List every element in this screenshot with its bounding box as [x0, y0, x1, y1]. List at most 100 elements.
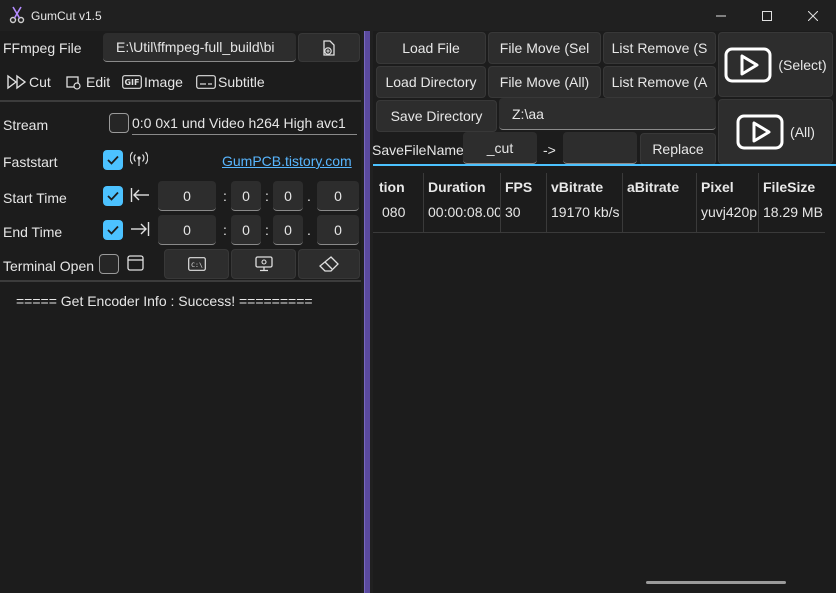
close-button[interactable]	[790, 0, 836, 31]
open-file-icon	[323, 39, 335, 56]
table-cell: 080	[373, 201, 424, 232]
monitor-icon	[254, 256, 273, 272]
column-header[interactable]: FileSize	[759, 173, 825, 201]
check-icon	[107, 225, 119, 235]
run-selected-button[interactable]: (Select)	[718, 32, 833, 97]
table-cell: 00:00:08.00	[424, 201, 501, 232]
accent-divider	[373, 164, 836, 166]
clear-log-button[interactable]	[298, 249, 360, 279]
gif-icon: GIF	[122, 75, 142, 89]
terminal-button[interactable]: C:\	[164, 249, 229, 279]
minimize-button[interactable]	[698, 0, 744, 31]
maximize-button[interactable]	[744, 0, 790, 31]
title-bar: GumCut v1.5	[0, 0, 836, 31]
replace-label: Replace	[640, 133, 716, 165]
ffmpeg-browse-button[interactable]	[298, 33, 360, 62]
table-header: tion Duration FPS vBitrate aBitrate Pixe…	[373, 173, 825, 201]
stream-checkbox[interactable]	[109, 113, 129, 133]
cut-icon	[7, 74, 27, 90]
monitor-button[interactable]	[231, 249, 296, 279]
minimize-icon	[716, 15, 726, 16]
save-directory-input[interactable]: Z:\aa	[499, 98, 716, 130]
run-all-button[interactable]: (All)	[718, 99, 833, 164]
time-separator: :	[265, 188, 269, 204]
savefilename-label: SaveFileName	[372, 142, 464, 158]
save-directory-button[interactable]: Save Directory	[376, 100, 497, 132]
time-separator: :	[265, 222, 269, 238]
run-selected-label: (Select)	[778, 56, 827, 73]
run-all-label: (All)	[790, 123, 815, 140]
end-time-label: End Time	[3, 224, 63, 240]
faststart-checkbox[interactable]	[103, 150, 123, 170]
time-separator: :	[223, 222, 227, 238]
start-hour-input[interactable]: 0	[158, 181, 216, 211]
file-move-selected-button[interactable]: File Move (Sel	[488, 32, 601, 64]
terminal-icon: C:\	[187, 257, 206, 271]
window-title: GumCut v1.5	[31, 9, 102, 23]
tab-image-label: Image	[144, 74, 183, 90]
start-ms-input[interactable]: 0	[317, 181, 359, 211]
start-time-label: Start Time	[3, 190, 67, 206]
ffmpeg-file-label: FFmpeg File	[3, 40, 82, 56]
close-icon	[808, 10, 818, 21]
tab-image[interactable]: GIF Image	[122, 74, 183, 90]
tab-edit[interactable]: Edit	[66, 74, 110, 90]
right-panel: Load File File Move (Sel List Remove (S …	[372, 31, 836, 593]
column-header[interactable]: FPS	[501, 173, 547, 201]
table-cell: 30	[501, 201, 547, 232]
tab-subtitle-label: Subtitle	[218, 74, 265, 90]
file-move-all-button[interactable]: File Move (All)	[488, 66, 601, 98]
maximize-icon	[762, 10, 772, 21]
end-hour-input[interactable]: 0	[158, 215, 216, 245]
check-icon	[107, 191, 119, 201]
left-panel: FFmpeg File E:\Util\ffmpeg-full_build\bi…	[0, 31, 361, 593]
time-separator: .	[307, 222, 311, 238]
stream-select[interactable]: 0:0 0x1 und Video h264 High avc1	[132, 115, 357, 135]
tab-divider	[0, 100, 361, 102]
table-cell: 19170 kb/s	[547, 201, 623, 232]
tab-edit-label: Edit	[86, 74, 111, 90]
tab-subtitle[interactable]: Subtitle	[196, 74, 265, 90]
terminal-open-checkbox[interactable]	[99, 254, 119, 274]
log-output: ===== Get Encoder Info : Success! ======…	[16, 293, 313, 309]
end-minute-input[interactable]: 0	[231, 215, 261, 245]
edit-icon	[66, 76, 81, 90]
list-remove-all-button[interactable]: List Remove (A	[603, 66, 716, 98]
table-cell: yuvj420p	[697, 201, 759, 232]
play-icon	[736, 114, 784, 149]
end-ms-input[interactable]: 0	[317, 215, 359, 245]
end-time-checkbox[interactable]	[103, 220, 123, 240]
play-icon	[724, 47, 772, 82]
replace-input[interactable]	[563, 132, 637, 164]
panel-splitter[interactable]	[361, 31, 373, 593]
horizontal-scrollbar[interactable]	[646, 581, 786, 584]
table-cell	[623, 201, 697, 232]
column-header[interactable]: tion	[373, 173, 424, 201]
start-second-input[interactable]: 0	[273, 181, 303, 211]
table-row[interactable]: 080 00:00:08.00 30 19170 kb/s yuvj420p 1…	[373, 201, 825, 233]
start-time-checkbox[interactable]	[103, 186, 123, 206]
list-remove-selected-button[interactable]: List Remove (S	[603, 32, 716, 64]
time-separator: .	[307, 188, 311, 204]
load-directory-button[interactable]: Load Directory	[376, 66, 486, 98]
start-minute-input[interactable]: 0	[231, 181, 261, 211]
tab-cut[interactable]: Cut	[7, 74, 51, 90]
check-icon	[107, 155, 119, 165]
filename-suffix-input[interactable]: _cut	[463, 132, 537, 164]
faststart-label: Faststart	[3, 154, 58, 170]
column-header[interactable]: aBitrate	[623, 173, 697, 201]
website-link[interactable]: GumPCB.tistory.com	[222, 153, 352, 169]
load-file-button[interactable]: Load File	[376, 32, 486, 64]
column-header[interactable]: Duration	[424, 173, 501, 201]
column-header[interactable]: Pixel	[697, 173, 759, 201]
end-second-input[interactable]: 0	[273, 215, 303, 245]
stream-label: Stream	[3, 117, 49, 133]
tab-cut-label: Cut	[29, 74, 51, 90]
start-marker-icon	[130, 188, 149, 202]
ffmpeg-path-input[interactable]: E:\Util\ffmpeg-full_build\bi	[103, 33, 296, 62]
time-separator: :	[223, 188, 227, 204]
column-header[interactable]: vBitrate	[547, 173, 623, 201]
terminal-open-label: Terminal Open	[3, 258, 95, 274]
scissors-icon	[9, 6, 25, 24]
svg-text:GIF: GIF	[124, 78, 139, 87]
